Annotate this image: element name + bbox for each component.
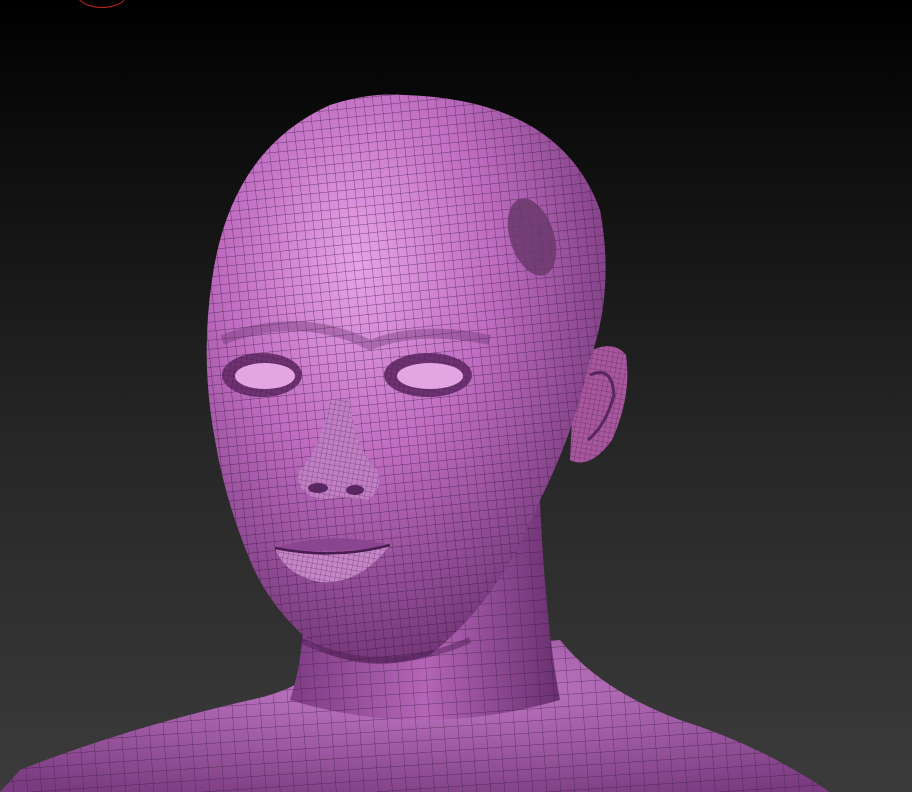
3d-viewport[interactable] [0,0,912,792]
left-eye [222,353,302,397]
right-eye [384,353,472,397]
sculpt-canvas[interactable] [0,0,912,792]
